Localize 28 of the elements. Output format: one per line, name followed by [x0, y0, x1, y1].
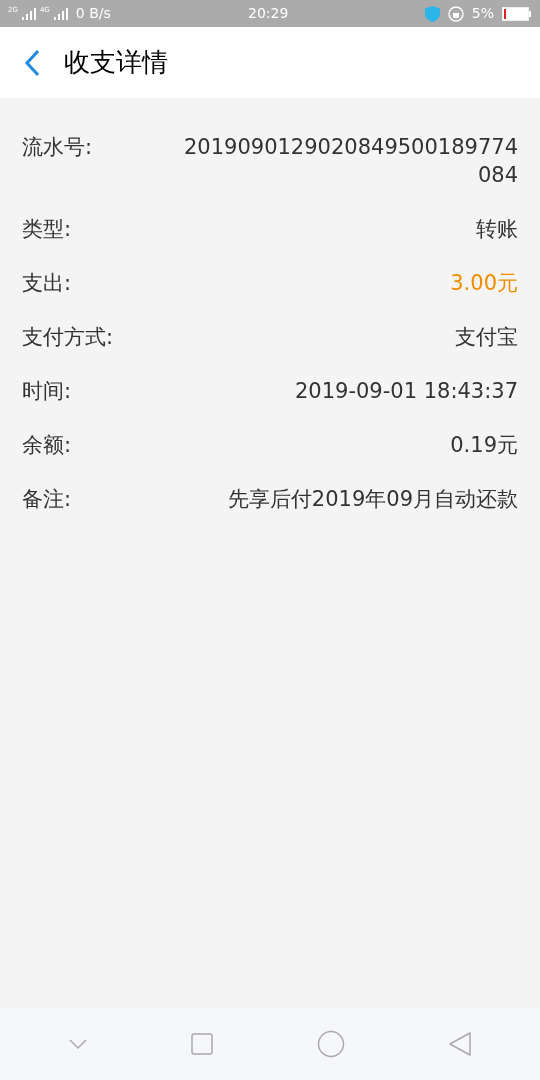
field-label: 时间:	[22, 378, 72, 405]
rotation-lock-icon	[447, 5, 464, 22]
square-icon[interactable]	[191, 1033, 214, 1055]
field-value: 2019-09-01 18:43:37	[294, 378, 518, 405]
field-label: 余额:	[22, 432, 72, 459]
clock: 20:29	[248, 4, 289, 23]
field-value: 0.19元	[450, 432, 518, 459]
battery-icon	[502, 6, 532, 21]
back-icon	[24, 48, 40, 77]
page-title: 收支详情	[64, 46, 168, 79]
field-value: 先享后付2019年09月自动还款	[227, 486, 518, 513]
shield-icon	[424, 5, 440, 22]
network-speed: 0 B/s	[75, 4, 111, 23]
triangle-icon[interactable]	[448, 1031, 473, 1057]
field-value: 3.00元	[450, 270, 518, 297]
signal-icon	[21, 7, 36, 20]
field-label: 备注:	[22, 486, 72, 513]
field-label: 流水号:	[22, 134, 93, 161]
field-label: 支出:	[22, 270, 72, 297]
field-label: 支付方式:	[22, 324, 114, 351]
circle-icon[interactable]	[316, 1030, 345, 1058]
field-label: 类型:	[22, 216, 72, 243]
signal-icon	[53, 7, 68, 20]
battery-percent: 5%	[471, 4, 494, 23]
field-value: 转账	[476, 216, 518, 243]
field-value: 支付宝	[455, 324, 518, 351]
chevron-down-icon[interactable]	[67, 1038, 88, 1050]
field-value: 2019090129020849500189774084	[182, 134, 518, 189]
